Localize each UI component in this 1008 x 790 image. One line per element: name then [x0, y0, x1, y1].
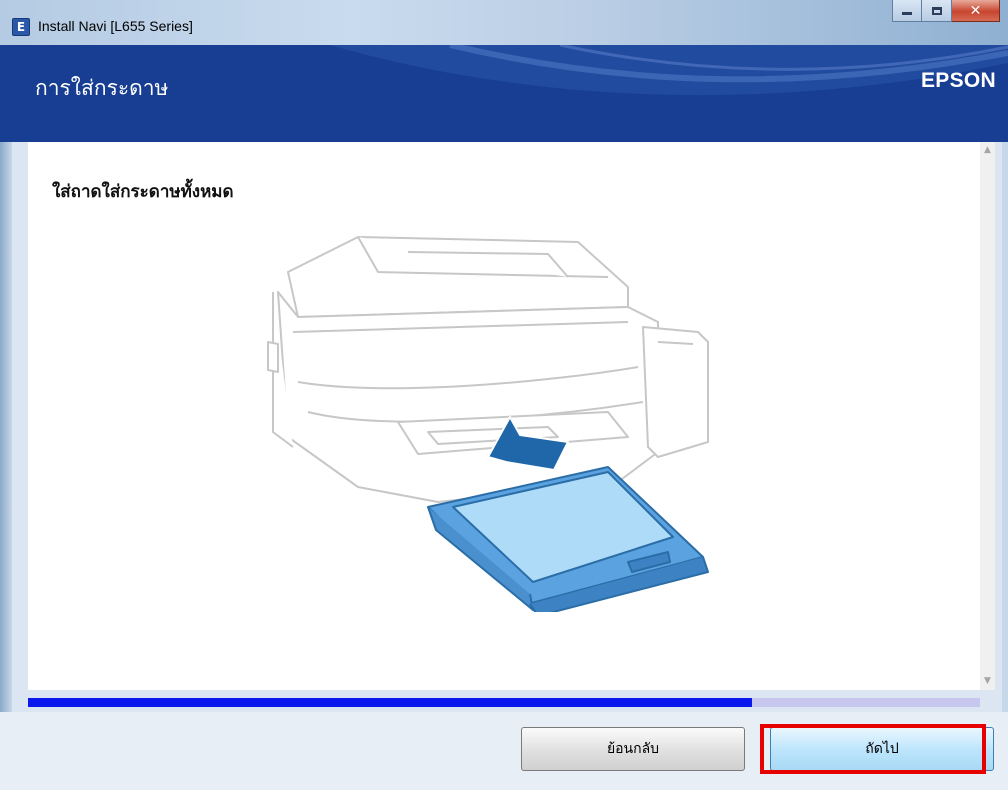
close-button[interactable]: ✕ [952, 0, 1000, 22]
vertical-scrollbar[interactable]: ▲ ▼ [980, 142, 995, 690]
window-controls: ✕ [892, 0, 1000, 24]
brand-logo: EPSON [920, 69, 996, 92]
frame-right-edge [1002, 142, 1008, 790]
scroll-up-icon[interactable]: ▲ [980, 142, 995, 159]
window-title: Install Navi [L655 Series] [38, 18, 193, 34]
minimize-button[interactable] [892, 0, 922, 22]
close-icon: ✕ [969, 2, 982, 19]
instruction-text: ใส่ถาดใส่กระดาษทั้งหมด [52, 182, 234, 202]
page-header: การใส่กระดาษ EPSON [0, 45, 1008, 142]
app-icon: E [12, 18, 30, 36]
content-panel: ใส่ถาดใส่กระดาษทั้งหมด [28, 142, 980, 690]
progress-bar-fill [28, 698, 752, 707]
window-title-bar[interactable]: E Install Navi [L655 Series] ✕ [0, 0, 1008, 45]
frame-left-edge [0, 142, 12, 790]
maximize-button[interactable] [922, 0, 952, 22]
maximize-icon [931, 6, 942, 15]
back-button[interactable]: ย้อนกลับ [521, 727, 745, 771]
minimize-icon [902, 12, 912, 15]
next-button[interactable]: ถัดไป [770, 727, 994, 771]
progress-bar [28, 698, 980, 707]
page-title: การใส่กระดาษ [35, 76, 169, 100]
printer-paper-cassette-illustration [267, 236, 709, 612]
footer: ย้อนกลับ ถัดไป [0, 712, 1008, 790]
scroll-down-icon[interactable]: ▼ [980, 673, 995, 690]
